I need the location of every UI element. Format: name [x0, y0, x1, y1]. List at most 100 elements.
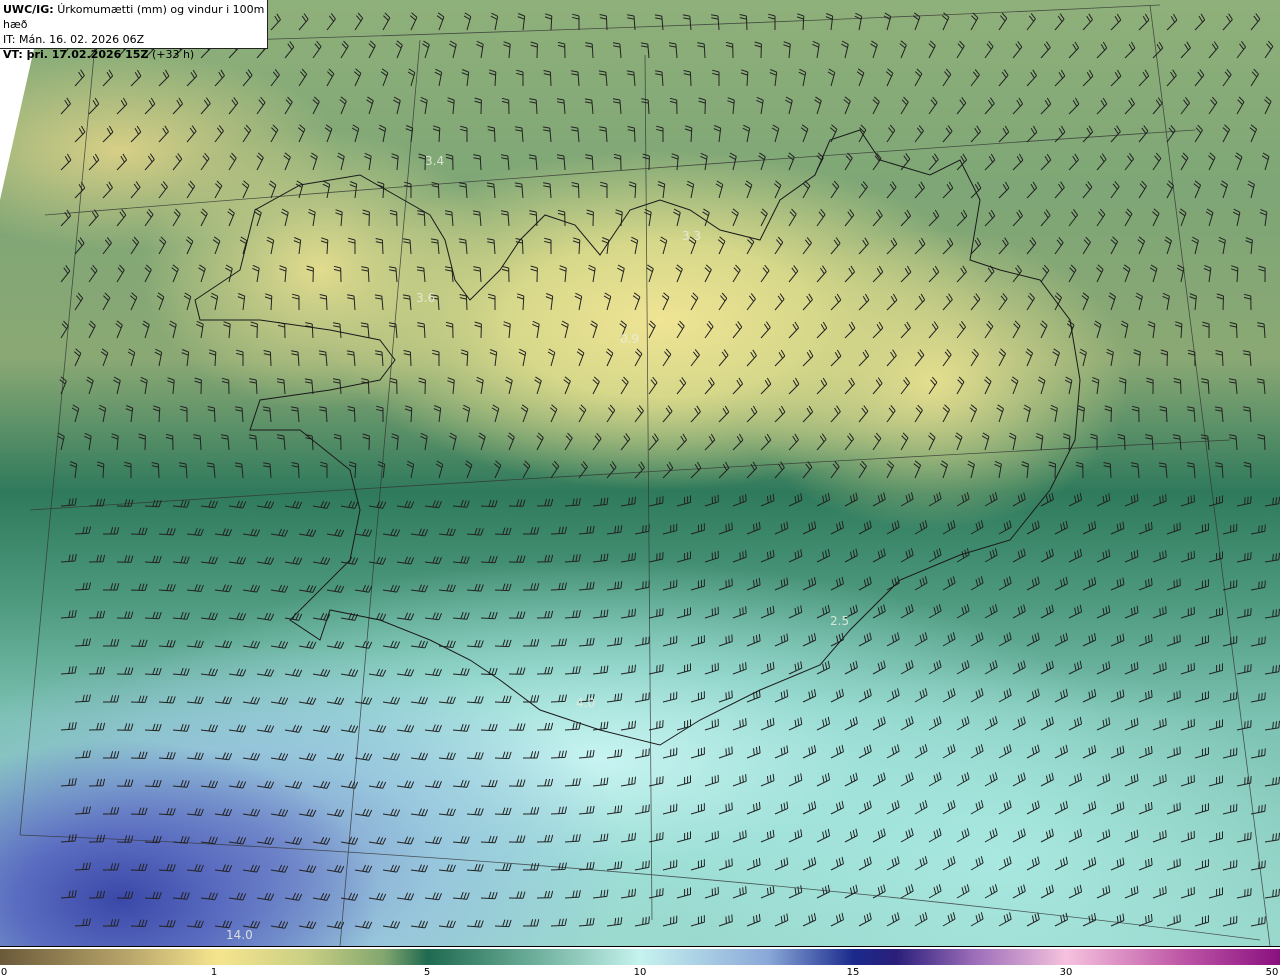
- map-value-label: 2.5: [830, 614, 850, 628]
- wind-barb: [592, 609, 609, 619]
- wind-barb: [830, 405, 841, 423]
- wind-barb: [1258, 265, 1266, 283]
- wind-barb: [1081, 292, 1090, 311]
- wind-barb: [627, 126, 636, 143]
- wind-barb: [655, 70, 664, 87]
- wind-barb: [1026, 744, 1040, 759]
- wind-barb: [368, 668, 387, 677]
- wind-barb: [520, 404, 529, 423]
- wind-barb: [263, 350, 272, 367]
- wind-barb: [438, 864, 456, 872]
- wind-barb: [503, 41, 511, 59]
- wind-barb: [550, 638, 567, 647]
- wind-barb: [113, 376, 121, 395]
- wind-barb: [785, 96, 793, 115]
- wind-barb: [1040, 772, 1054, 787]
- wind-barb: [501, 265, 510, 283]
- wind-barb: [312, 96, 320, 115]
- wind-barb: [268, 180, 277, 199]
- wind-barb: [872, 604, 886, 619]
- wind-barb: [802, 461, 813, 479]
- wind-barb: [662, 405, 673, 423]
- precipitation-map: 3.4 3.3 3.6 0.9 2.5 4.0 14.0: [0, 0, 1280, 946]
- wind-barb: [1189, 293, 1197, 311]
- wind-barb: [252, 264, 260, 283]
- wind-barb: [494, 807, 512, 816]
- wind-barb: [816, 828, 831, 843]
- wind-barb: [998, 292, 1008, 311]
- wind-barb: [547, 348, 556, 367]
- wind-barb: [590, 320, 598, 339]
- wind-barb: [564, 432, 573, 451]
- wind-barb: [466, 807, 484, 816]
- wind-barb: [1138, 633, 1153, 647]
- wind-barb: [676, 320, 685, 339]
- wind-barb: [88, 97, 100, 115]
- wind-barb: [172, 723, 190, 732]
- wind-barb: [1250, 692, 1266, 703]
- wind-barb: [612, 98, 622, 115]
- wind-barb: [185, 236, 194, 255]
- wind-barb: [1090, 433, 1098, 451]
- wind-barb: [417, 210, 426, 227]
- wind-barb: [432, 125, 441, 143]
- wind-barb: [816, 716, 831, 731]
- wind-barb: [181, 349, 190, 367]
- wind-barb: [151, 462, 160, 479]
- wind-barb: [1117, 433, 1126, 451]
- wind-barb: [116, 97, 128, 115]
- wind-barb: [872, 828, 886, 843]
- colorbar-gradient: [0, 949, 1280, 965]
- wind-barb: [900, 884, 914, 899]
- wind-barb: [60, 265, 71, 283]
- wind-barb: [856, 68, 865, 87]
- wind-barb: [1040, 716, 1054, 731]
- wind-barb: [802, 745, 817, 759]
- wind-barb: [366, 96, 374, 115]
- wind-barb: [676, 495, 691, 507]
- wind-barb: [396, 836, 415, 845]
- wind-barb: [1145, 434, 1154, 451]
- wind-barb: [606, 525, 623, 535]
- wind-barb: [130, 639, 148, 647]
- wind-barb: [550, 582, 567, 591]
- wind-barb: [912, 12, 921, 31]
- wind-barb: [200, 208, 208, 227]
- wind-barb: [98, 404, 107, 423]
- wind-barb: [172, 555, 190, 564]
- wind-barb: [634, 692, 650, 703]
- wind-barb: [1152, 830, 1167, 843]
- wind-barb: [138, 433, 146, 451]
- wind-barb: [532, 320, 540, 339]
- wind-barb: [1068, 153, 1079, 171]
- wind-barb: [536, 778, 554, 787]
- wind-barb: [452, 779, 470, 788]
- wind-barb: [718, 461, 730, 479]
- wind-barb: [1194, 859, 1209, 871]
- wind-barb: [298, 752, 317, 761]
- wind-barb: [858, 856, 872, 871]
- wind-barb: [298, 13, 309, 31]
- wind-barb: [1137, 236, 1146, 255]
- wind-barb: [585, 154, 594, 171]
- wind-barb: [600, 181, 608, 198]
- wind-barb: [676, 887, 691, 899]
- wind-barb: [186, 528, 204, 536]
- wind-barb: [1064, 376, 1073, 395]
- wind-barb: [354, 528, 373, 537]
- wind-barb: [914, 856, 928, 871]
- wind-barb: [452, 891, 470, 900]
- wind-barb: [103, 863, 120, 871]
- wind-barb: [584, 98, 594, 115]
- wind-barb: [1180, 550, 1195, 563]
- wind-barb: [474, 97, 482, 115]
- wind-barb: [463, 12, 472, 31]
- wind-barb: [1135, 292, 1143, 311]
- wind-barb: [1124, 773, 1139, 787]
- wind-barb: [228, 836, 247, 845]
- colorbar-tick: 50: [1265, 967, 1279, 978]
- wind-barb: [142, 320, 150, 339]
- wind-barb: [690, 579, 705, 591]
- wind-barb: [942, 800, 956, 815]
- wind-barb: [858, 632, 872, 647]
